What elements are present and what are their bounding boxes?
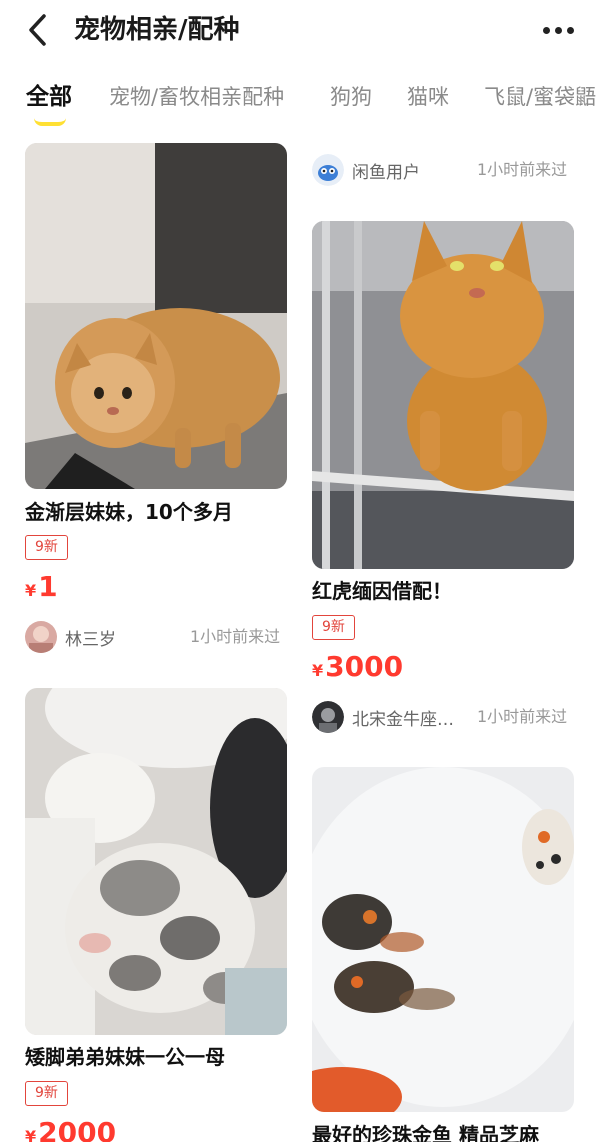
price-value: 1 (38, 570, 58, 603)
tab-sugar-glider[interactable]: 飞鼠/蜜袋鼯 (484, 82, 596, 112)
price-value: 3000 (325, 650, 404, 683)
price-value: 2000 (38, 1116, 117, 1142)
listing-photo-cat[interactable] (25, 143, 287, 489)
dot-icon (566, 26, 574, 34)
listing-title: 金渐层妹妹，10个多月 (25, 500, 233, 524)
seller-name: 林三岁 (65, 629, 116, 650)
last-seen-time: 1小时前来过 (477, 160, 568, 179)
condition-badge: 9新 (312, 615, 355, 640)
listing-title: 红虎缅因借配！ (312, 579, 452, 603)
tab-cats[interactable]: 猫咪 (407, 82, 449, 112)
active-tab-indicator (34, 118, 66, 126)
currency-symbol: ¥ (25, 1127, 37, 1142)
currency-symbol: ¥ (25, 581, 37, 600)
seller-name: 闲鱼用户 (352, 162, 420, 183)
back-button[interactable] (22, 10, 58, 50)
seller-name: 北宋金牛座… (352, 709, 454, 730)
listing-price: ¥3000 (312, 650, 403, 688)
listing-photo-maine-coon[interactable] (312, 221, 574, 569)
tab-pet-livestock-mating[interactable]: 宠物/畜牧相亲配种 (109, 82, 284, 112)
avatar (25, 621, 57, 653)
currency-symbol: ¥ (312, 661, 324, 680)
condition-badge: 9新 (25, 535, 68, 560)
listing-photo-kittens[interactable] (25, 688, 287, 1035)
listing-title: 最好的珍珠金鱼 精品芝麻 (312, 1123, 539, 1142)
listing-title: 矮脚弟弟妹妹一公一母 (25, 1045, 225, 1069)
seller-info[interactable]: 林三岁 (25, 621, 116, 653)
avatar (312, 154, 344, 186)
dot-icon (542, 26, 550, 34)
listing-price: ¥2000 (25, 1116, 116, 1142)
last-seen-time: 1小时前来过 (190, 627, 281, 646)
chevron-left-icon (29, 14, 46, 46)
more-options-button[interactable] (538, 18, 578, 42)
category-tabs: 全部 宠物/畜牧相亲配种 狗狗 猫咪 飞鼠/蜜袋鼯 (0, 70, 600, 130)
last-seen-time: 1小时前来过 (477, 707, 568, 726)
seller-info[interactable]: 闲鱼用户 (312, 154, 420, 186)
seller-info[interactable]: 北宋金牛座… (312, 701, 454, 733)
top-bar: 宠物相亲/配种 (0, 0, 600, 62)
avatar (312, 701, 344, 733)
tab-all[interactable]: 全部 (26, 82, 72, 112)
tab-dogs[interactable]: 狗狗 (330, 82, 372, 112)
page-title: 宠物相亲/配种 (74, 15, 240, 45)
condition-badge: 9新 (25, 1081, 68, 1106)
listing-price: ¥1 (25, 570, 58, 608)
dot-icon (554, 26, 562, 34)
listing-photo-goldfish[interactable] (312, 767, 574, 1112)
